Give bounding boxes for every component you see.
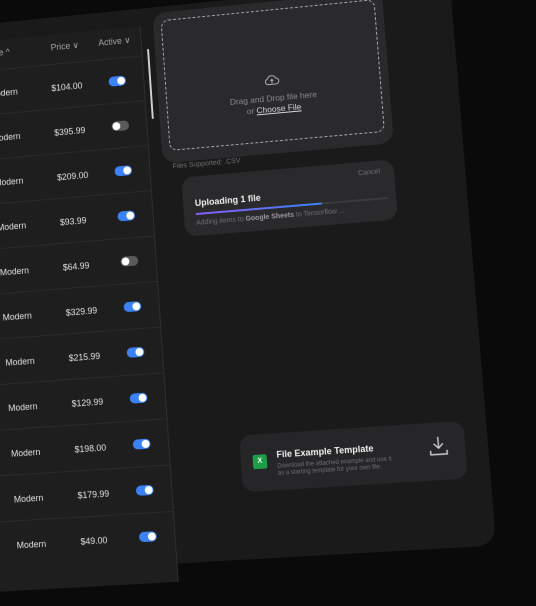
toggle-knob [141,439,150,449]
cell-price: $215.99 [68,350,101,364]
file-dropzone[interactable]: Drag and Drop file here or Choose File [160,0,385,151]
cancel-upload-button[interactable]: Cancel [358,168,380,177]
table-row[interactable]: Modern $49.00 [0,510,177,571]
status-target: Google Sheets [245,211,295,223]
supported-file-types: Files Supported: .CSV [172,157,241,171]
cell-style: Modern [0,220,27,233]
toggle-knob [121,257,130,266]
active-toggle[interactable] [138,531,158,543]
cell-style: Modern [7,401,38,414]
status-suffix: to Tensorflow ... [293,207,345,219]
dropzone-instructions: Drag and Drop file here or Choose File [167,83,381,124]
toggle-knob [126,211,135,220]
active-toggle[interactable] [126,346,145,358]
cell-price: $64.99 [62,260,90,273]
cell-style: Modern [0,131,21,144]
active-toggle[interactable] [123,301,142,313]
column-header-style[interactable]: Style ^ [0,47,10,59]
cell-style: Modern [5,355,35,368]
template-description: Download the attached example and use it… [277,456,392,477]
download-icon[interactable] [427,434,449,458]
upload-card: Drag and Drop file here or Choose File F… [152,0,394,170]
cell-price: $49.00 [80,535,108,547]
table-scrollbar[interactable] [147,48,154,120]
toggle-knob [135,347,144,357]
active-toggle[interactable] [117,210,136,222]
cell-style: Modern [16,538,47,551]
products-table: Style ^ Price ∨ Active ∨ Modern $104.00 Mo… [0,26,179,594]
toggle-knob [144,485,153,495]
active-toggle[interactable] [114,165,133,177]
cell-price: $329.99 [65,305,98,318]
cell-style: Modern [2,310,33,323]
cell-price: $209.00 [56,169,89,183]
cell-price: $198.00 [74,442,107,455]
toggle-knob [112,121,121,131]
cell-price: $179.99 [77,488,110,501]
toggle-knob [132,302,141,311]
app-window: Style ^ Price ∨ Active ∨ Modern $104.00 Mo… [0,0,497,594]
toggle-knob [138,393,147,403]
column-header-active[interactable]: Active ∨ [98,35,131,49]
app-stage: Style ^ Price ∨ Active ∨ Modern $104.00 Mo… [0,0,536,603]
active-toggle[interactable] [108,75,127,87]
cell-price: $129.99 [71,396,104,409]
active-toggle[interactable] [132,438,151,450]
cloud-upload-icon [263,73,280,88]
toggle-knob [123,166,132,175]
active-toggle[interactable] [111,120,130,132]
toggle-knob [117,76,126,86]
upload-progress-title: Uploading 1 file [194,192,262,209]
cell-style: Modern [0,265,30,278]
active-toggle[interactable] [135,484,154,496]
cell-style: Modern [0,175,24,188]
excel-file-icon: X [252,454,268,470]
cell-price: $93.99 [59,215,87,228]
cell-price: $395.99 [53,125,86,138]
column-header-price[interactable]: Price ∨ [50,40,79,53]
cell-style: Modern [0,86,19,100]
file-example-template-card[interactable]: X File Example Template Download the att… [239,420,468,493]
active-toggle[interactable] [120,255,139,267]
cell-style: Modern [13,492,44,505]
upload-progress-card: Cancel Uploading 1 file Adding items to … [181,159,398,237]
toggle-knob [147,532,157,541]
cell-style: Modern [10,446,41,459]
status-prefix: Adding items to [196,215,246,227]
cell-price: $104.00 [51,80,83,94]
template-title: File Example Template [276,443,374,460]
active-toggle[interactable] [129,392,148,404]
